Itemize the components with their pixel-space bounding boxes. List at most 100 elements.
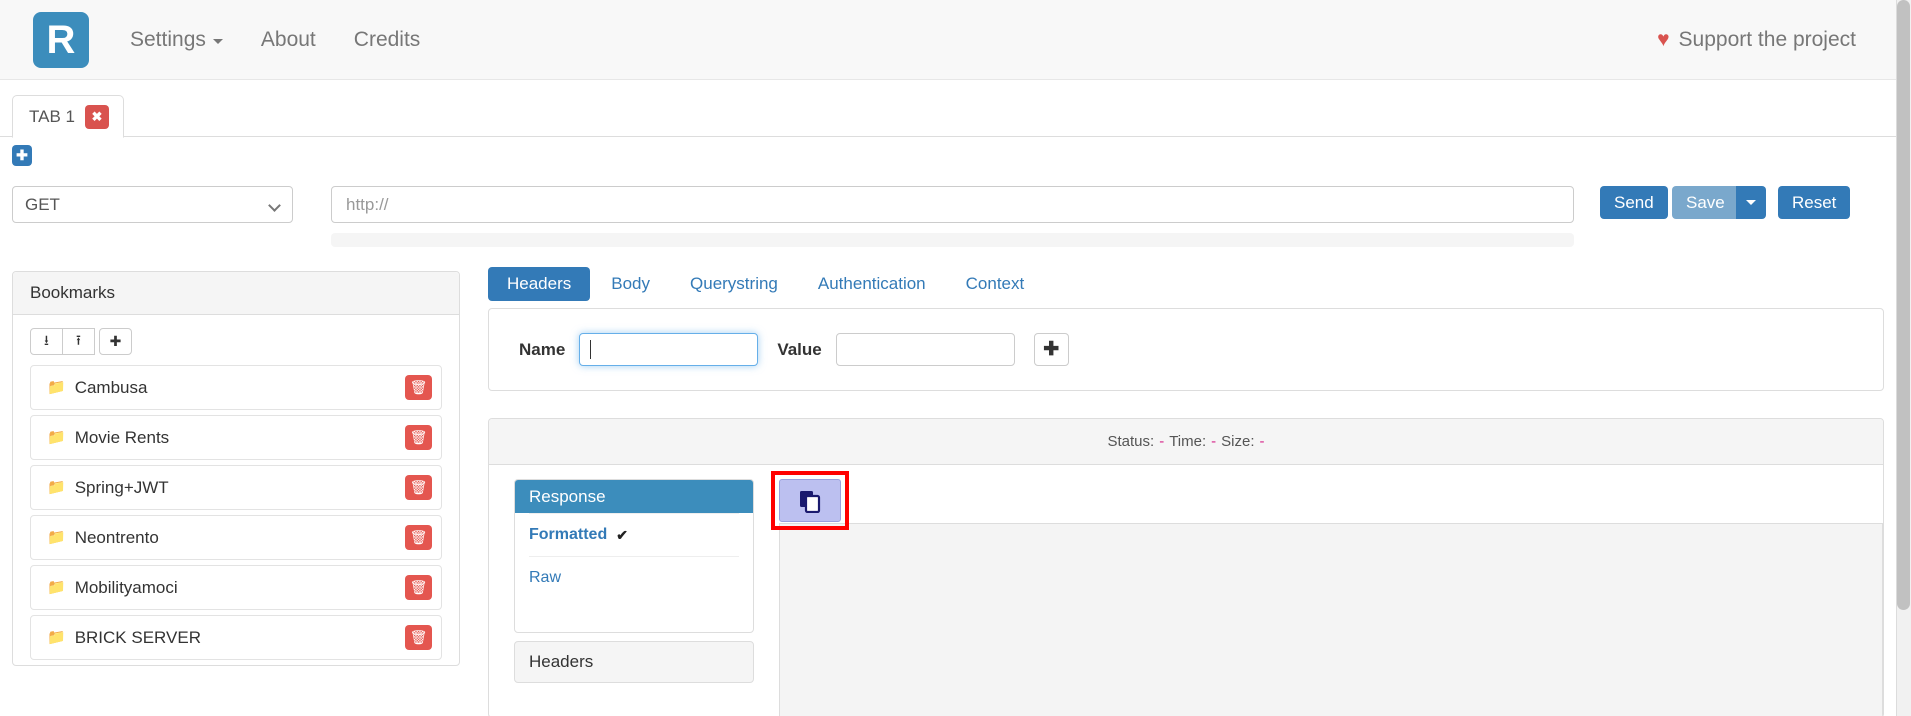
response-card-spacer bbox=[529, 599, 739, 632]
check-icon: ✔ bbox=[616, 526, 628, 543]
response-panel: Status: - Time: - Size: - Response Forma… bbox=[488, 418, 1884, 716]
folder-icon: 📁 bbox=[47, 629, 66, 646]
bookmark-label: 📁 Cambusa bbox=[47, 378, 147, 398]
response-view-list: Formatted ✔ Raw bbox=[515, 513, 753, 632]
status-label: Status: bbox=[1107, 433, 1155, 450]
chevron-down-icon bbox=[268, 199, 281, 212]
add-header-button[interactable]: ✚ bbox=[1033, 333, 1069, 366]
value-label: Value bbox=[777, 339, 822, 359]
list-item[interactable]: 📁 BRICK SERVER 🗑 bbox=[30, 615, 442, 660]
bookmark-name: Mobilityamoci bbox=[74, 577, 178, 597]
bookmark-label: 📁 Mobilityamoci bbox=[47, 578, 178, 598]
response-card-title: Response bbox=[515, 480, 753, 513]
bookmark-label: 📁 Movie Rents bbox=[47, 428, 169, 448]
tab-1-label: TAB 1 bbox=[29, 106, 75, 126]
http-method-select[interactable]: GET bbox=[12, 186, 293, 223]
nav-links: Settings About Credits bbox=[111, 28, 439, 52]
list-item[interactable]: 📁 Neontrento 🗑 bbox=[30, 515, 442, 560]
response-view-raw[interactable]: Raw bbox=[529, 556, 739, 599]
folder-icon: 📁 bbox=[47, 529, 66, 546]
request-bar: GET http:// Send Save Reset bbox=[0, 186, 1896, 247]
response-view-formatted-label: Formatted bbox=[529, 526, 608, 543]
size-label: Size: bbox=[1221, 433, 1255, 450]
trash-icon[interactable]: 🗑 bbox=[405, 425, 432, 450]
trash-icon[interactable]: 🗑 bbox=[405, 475, 432, 500]
bookmark-label: 📁 Neontrento bbox=[47, 528, 159, 548]
support-the-project-link[interactable]: ♥ Support the project bbox=[1657, 28, 1856, 52]
folder-icon: 📁 bbox=[47, 379, 66, 396]
close-icon[interactable]: ✖ bbox=[84, 104, 109, 129]
tab-1[interactable]: TAB 1 ✖ bbox=[12, 95, 124, 138]
trash-icon[interactable]: 🗑 bbox=[405, 575, 432, 600]
folder-icon: 📁 bbox=[47, 579, 66, 596]
bookmark-name: Spring+JWT bbox=[74, 477, 169, 497]
time-label: Time: bbox=[1169, 433, 1207, 450]
url-input[interactable]: http:// bbox=[331, 186, 1574, 223]
tab-querystring[interactable]: Querystring bbox=[671, 267, 797, 302]
copy-icon bbox=[800, 490, 821, 513]
tab-context[interactable]: Context bbox=[947, 267, 1044, 302]
bookmark-label: 📁 Spring+JWT bbox=[47, 478, 169, 498]
response-headers-panel[interactable]: Headers bbox=[514, 641, 754, 683]
trash-icon[interactable]: 🗑 bbox=[405, 525, 432, 550]
copy-response-button[interactable] bbox=[779, 479, 841, 522]
list-item[interactable]: 📁 Mobilityamoci 🗑 bbox=[30, 565, 442, 610]
bookmark-name: Neontrento bbox=[74, 527, 159, 547]
list-item[interactable]: 📁 Spring+JWT 🗑 bbox=[30, 465, 442, 510]
add-tab-button[interactable]: ✚ bbox=[12, 145, 32, 166]
bookmark-name: Cambusa bbox=[74, 377, 148, 397]
folder-icon: 📁 bbox=[47, 429, 66, 446]
name-label: Name bbox=[519, 339, 566, 359]
heart-icon: ♥ bbox=[1657, 28, 1670, 51]
bookmark-label: 📁 BRICK SERVER bbox=[47, 628, 201, 648]
request-progress-bar bbox=[331, 233, 1574, 247]
tab-body[interactable]: Body bbox=[592, 267, 669, 302]
header-form-panel: Name Value ✚ bbox=[488, 308, 1884, 391]
copy-button-wrapper bbox=[771, 471, 849, 530]
time-value: - bbox=[1211, 433, 1217, 450]
reset-button[interactable]: Reset bbox=[1778, 186, 1851, 219]
response-view-card: Response Formatted ✔ Raw bbox=[514, 479, 754, 633]
response-sidebar: Response Formatted ✔ Raw Headers bbox=[514, 479, 754, 716]
tab-authentication[interactable]: Authentication bbox=[799, 267, 945, 302]
export-bookmarks-icon[interactable]: ⭱ bbox=[62, 328, 95, 355]
bookmarks-title: Bookmarks bbox=[13, 272, 459, 315]
response-view-formatted[interactable]: Formatted ✔ bbox=[529, 513, 739, 556]
send-button[interactable]: Send bbox=[1600, 186, 1668, 219]
nav-item-settings-label: Settings bbox=[130, 27, 206, 51]
bookmarks-panel: Bookmarks ⭳ ⭱ ✚ 📁 Cambusa 🗑 📁 Movie Rent… bbox=[12, 271, 460, 666]
save-button[interactable]: Save bbox=[1672, 186, 1739, 219]
bookmark-name: Movie Rents bbox=[74, 427, 170, 447]
app-root: R Settings About Credits ♥ Support the p… bbox=[0, 0, 1911, 716]
response-body-area bbox=[771, 471, 1883, 716]
size-value: - bbox=[1259, 433, 1265, 450]
list-item[interactable]: 📁 Movie Rents 🗑 bbox=[30, 415, 442, 460]
trash-icon[interactable]: 🗑 bbox=[405, 625, 432, 650]
support-label: Support the project bbox=[1678, 27, 1856, 51]
add-bookmark-icon[interactable]: ✚ bbox=[99, 328, 132, 355]
header-value-input[interactable] bbox=[835, 333, 1015, 366]
bookmarks-body: ⭳ ⭱ ✚ 📁 Cambusa 🗑 📁 Movie Rents 🗑 📁 Spri… bbox=[13, 315, 459, 660]
header-name-input[interactable] bbox=[579, 333, 759, 366]
trash-icon[interactable]: 🗑 bbox=[405, 375, 432, 400]
response-status-bar: Status: - Time: - Size: - bbox=[489, 419, 1883, 465]
save-dropdown-button[interactable] bbox=[1736, 186, 1766, 219]
nav-item-about[interactable]: About bbox=[242, 28, 335, 52]
folder-icon: 📁 bbox=[47, 479, 66, 496]
list-item[interactable]: 📁 Cambusa 🗑 bbox=[30, 365, 442, 410]
bookmarks-toolbar: ⭳ ⭱ ✚ bbox=[30, 328, 442, 355]
nav-item-credits[interactable]: Credits bbox=[335, 28, 440, 52]
tab-strip: TAB 1 ✖ bbox=[0, 95, 1896, 138]
page-scrollbar-thumb[interactable] bbox=[1897, 0, 1910, 610]
import-bookmarks-icon[interactable]: ⭳ bbox=[30, 328, 63, 355]
response-body-content[interactable] bbox=[779, 523, 1883, 716]
nav-item-settings[interactable]: Settings bbox=[111, 28, 242, 52]
top-navbar: R Settings About Credits ♥ Support the p… bbox=[0, 0, 1896, 80]
app-logo[interactable]: R bbox=[33, 11, 89, 68]
http-method-value: GET bbox=[25, 194, 60, 214]
tab-headers[interactable]: Headers bbox=[488, 266, 591, 302]
page-scrollbar[interactable] bbox=[1896, 0, 1911, 716]
chevron-down-icon bbox=[212, 38, 223, 44]
main-column: Headers Body Querystring Authentication … bbox=[488, 266, 1884, 716]
bookmark-name: BRICK SERVER bbox=[74, 627, 201, 647]
